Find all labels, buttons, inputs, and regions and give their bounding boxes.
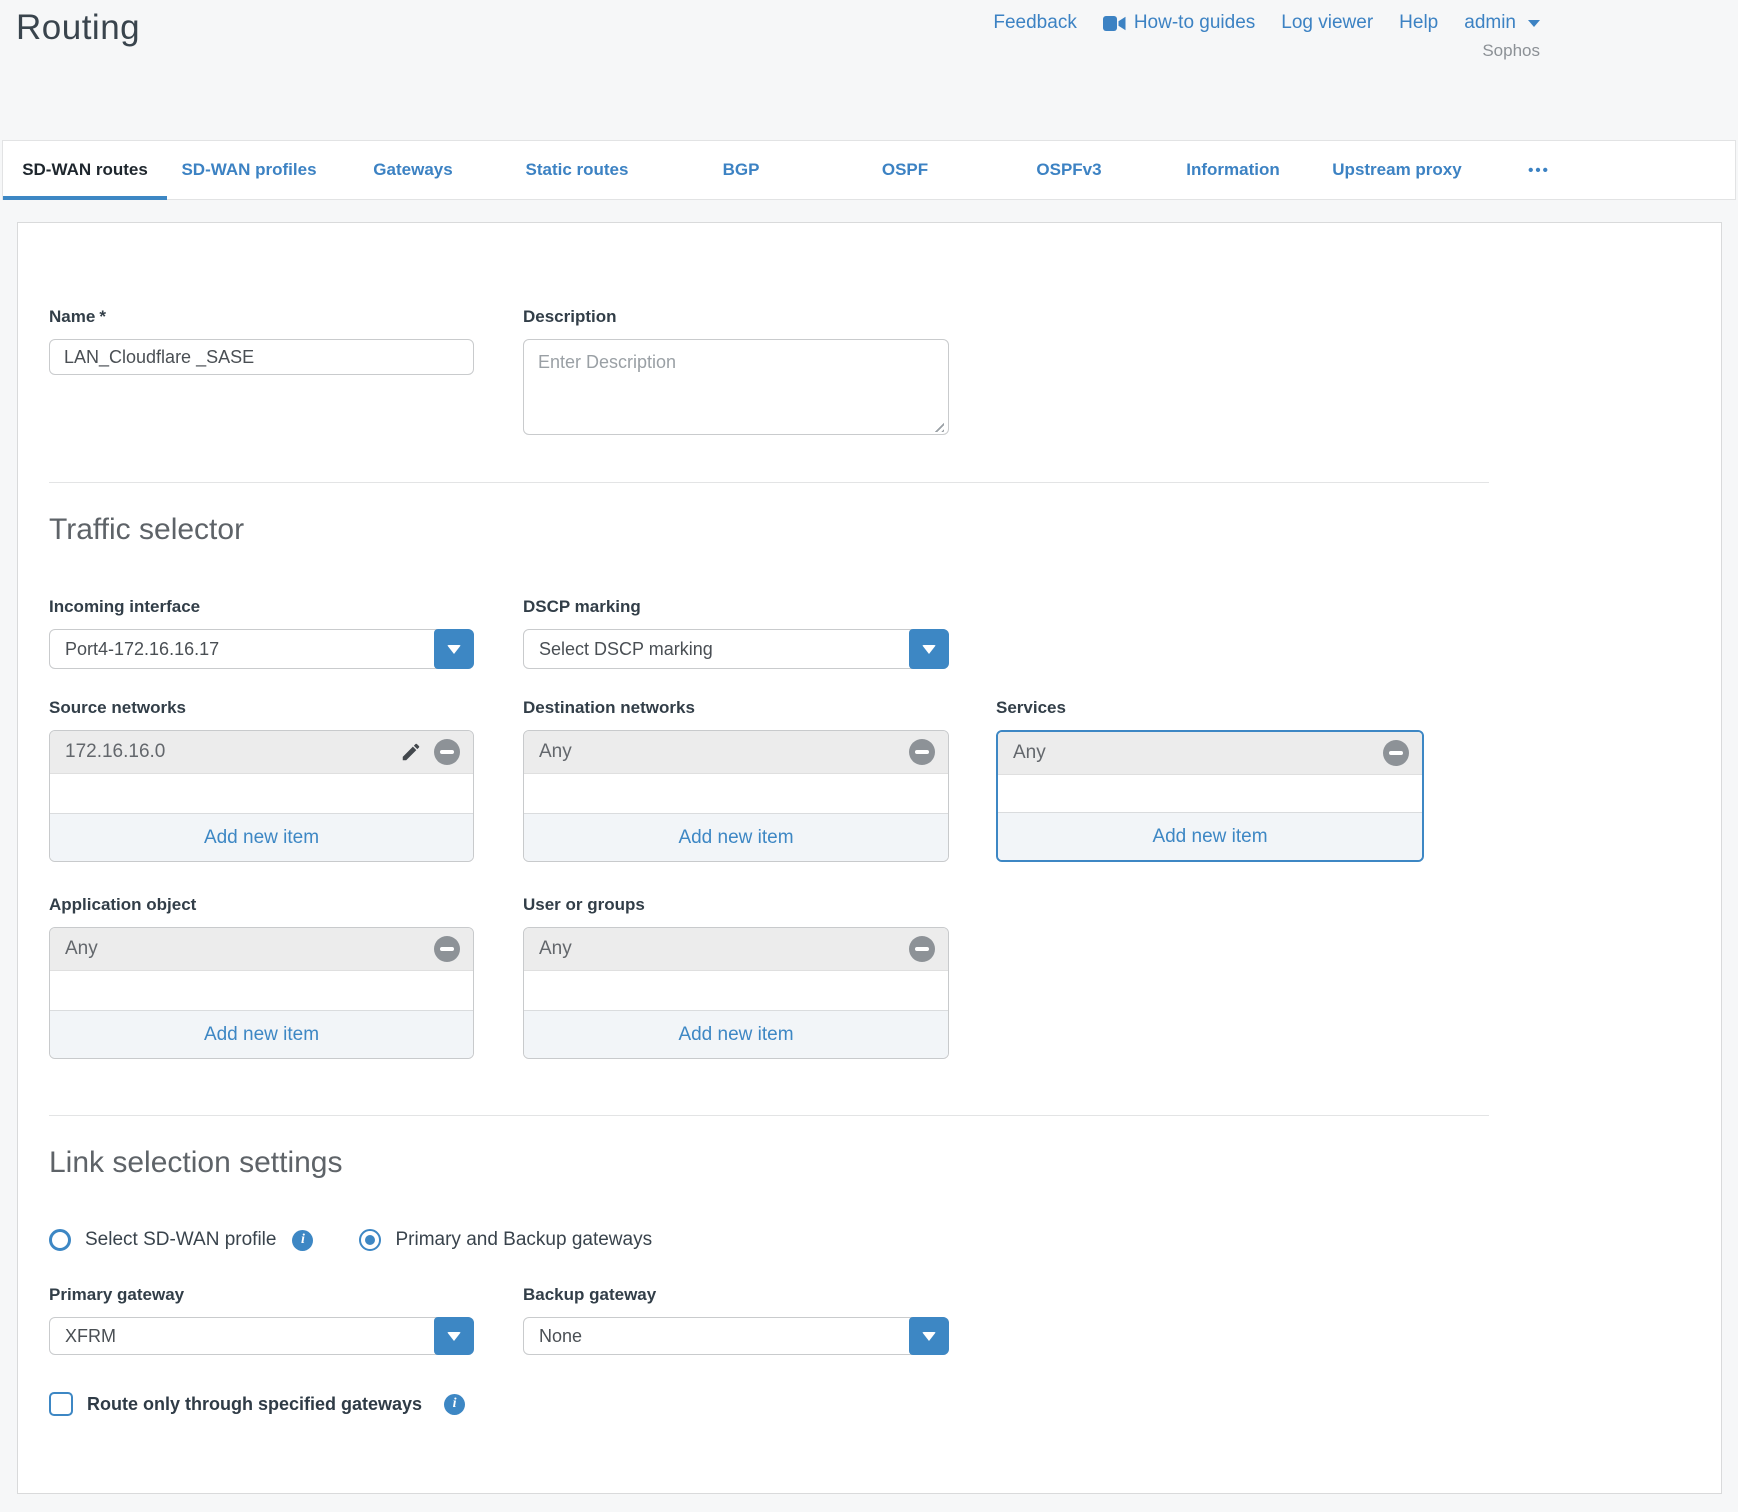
section-divider xyxy=(49,482,1489,483)
list-item: Any xyxy=(524,731,948,774)
tab-sdwan-profiles[interactable]: SD-WAN profiles xyxy=(167,141,331,199)
services-label: Services xyxy=(996,698,1424,718)
services-box: Any Add new item xyxy=(996,730,1424,862)
radio-select-sdwan-profile[interactable] xyxy=(49,1229,71,1251)
remove-item-icon[interactable] xyxy=(1383,740,1409,766)
radio-primary-backup-gateways[interactable] xyxy=(359,1229,381,1251)
description-label: Description xyxy=(523,307,949,327)
remove-item-icon[interactable] xyxy=(434,739,460,765)
log-viewer-link[interactable]: Log viewer xyxy=(1281,12,1373,34)
destination-networks-label: Destination networks xyxy=(523,698,949,718)
user-or-groups-box: Any Add new item xyxy=(523,927,949,1059)
chevron-down-icon[interactable] xyxy=(434,1317,474,1355)
remove-item-icon[interactable] xyxy=(909,936,935,962)
page-title: Routing xyxy=(16,8,140,48)
application-object-box: Any Add new item xyxy=(49,927,474,1059)
info-icon[interactable]: i xyxy=(292,1230,313,1251)
add-new-item-button[interactable]: Add new item xyxy=(50,813,473,861)
radio-label: Primary and Backup gateways xyxy=(395,1229,652,1251)
name-field-group: Name* xyxy=(49,307,474,440)
content-card: Name* Description Traffic selector Incom… xyxy=(17,222,1722,1494)
tab-information[interactable]: Information xyxy=(1151,141,1315,199)
incoming-interface-label: Incoming interface xyxy=(49,597,474,617)
user-or-groups-label: User or groups xyxy=(523,895,949,915)
description-textarea[interactable] xyxy=(523,339,949,435)
header-links: Feedback How-to guides Log viewer Help a… xyxy=(993,12,1540,34)
name-label: Name* xyxy=(49,307,474,327)
tab-upstream-proxy[interactable]: Upstream proxy xyxy=(1315,141,1479,199)
howto-guides-link[interactable]: How-to guides xyxy=(1103,12,1255,34)
add-new-item-button[interactable]: Add new item xyxy=(50,1010,473,1058)
tab-gateways[interactable]: Gateways xyxy=(331,141,495,199)
traffic-selector-heading: Traffic selector xyxy=(49,513,1520,547)
brand-label: Sophos xyxy=(993,41,1540,61)
link-selection-heading: Link selection settings xyxy=(49,1146,1520,1180)
backup-gateway-label: Backup gateway xyxy=(523,1285,949,1305)
primary-gateway-select[interactable]: XFRM xyxy=(49,1317,474,1355)
tab-sdwan-routes[interactable]: SD-WAN routes xyxy=(3,141,167,199)
remove-item-icon[interactable] xyxy=(434,936,460,962)
tab-ospfv3[interactable]: OSPFv3 xyxy=(987,141,1151,199)
list-item: 172.16.16.0 xyxy=(50,731,473,774)
tab-bgp[interactable]: BGP xyxy=(659,141,823,199)
primary-gateway-label: Primary gateway xyxy=(49,1285,474,1305)
admin-menu[interactable]: admin xyxy=(1464,12,1540,34)
description-field-group: Description xyxy=(523,307,949,440)
video-camera-icon xyxy=(1103,16,1126,31)
add-new-item-button[interactable]: Add new item xyxy=(524,1010,948,1058)
dscp-marking-label: DSCP marking xyxy=(523,597,949,617)
chevron-down-icon[interactable] xyxy=(909,1317,949,1355)
incoming-interface-select[interactable]: Port4-172.16.16.17 xyxy=(49,629,474,669)
top-header: Routing Feedback How-to guides Log viewe… xyxy=(0,0,1738,140)
backup-gateway-select[interactable]: None xyxy=(523,1317,949,1355)
info-icon[interactable]: i xyxy=(444,1394,465,1415)
feedback-link[interactable]: Feedback xyxy=(993,12,1076,34)
header-right: Feedback How-to guides Log viewer Help a… xyxy=(993,12,1540,61)
add-new-item-button[interactable]: Add new item xyxy=(524,813,948,861)
checkbox-label: Route only through specified gateways xyxy=(87,1394,422,1415)
edit-pencil-icon[interactable] xyxy=(400,741,422,763)
help-link[interactable]: Help xyxy=(1399,12,1438,34)
list-item: Any xyxy=(524,928,948,971)
list-item: Any xyxy=(998,732,1422,775)
remove-item-icon[interactable] xyxy=(909,739,935,765)
chevron-down-icon xyxy=(1528,20,1540,27)
list-item: Any xyxy=(50,928,473,971)
add-new-item-button[interactable]: Add new item xyxy=(998,812,1422,860)
tab-static-routes[interactable]: Static routes xyxy=(495,141,659,199)
tab-overflow-menu[interactable]: ••• xyxy=(1479,141,1599,199)
tab-bar: SD-WAN routes SD-WAN profiles Gateways S… xyxy=(2,140,1736,200)
tab-ospf[interactable]: OSPF xyxy=(823,141,987,199)
radio-label: Select SD-WAN profile xyxy=(85,1229,276,1251)
destination-networks-box: Any Add new item xyxy=(523,730,949,862)
source-networks-box: 172.16.16.0 Add new item xyxy=(49,730,474,862)
section-divider xyxy=(49,1115,1489,1116)
dscp-marking-select[interactable]: Select DSCP marking xyxy=(523,629,949,669)
name-input[interactable] xyxy=(49,339,474,375)
source-networks-label: Source networks xyxy=(49,698,474,718)
application-object-label: Application object xyxy=(49,895,474,915)
required-asterisk: * xyxy=(99,307,106,326)
chevron-down-icon[interactable] xyxy=(909,629,949,669)
chevron-down-icon[interactable] xyxy=(434,629,474,669)
route-only-checkbox[interactable] xyxy=(49,1392,73,1416)
